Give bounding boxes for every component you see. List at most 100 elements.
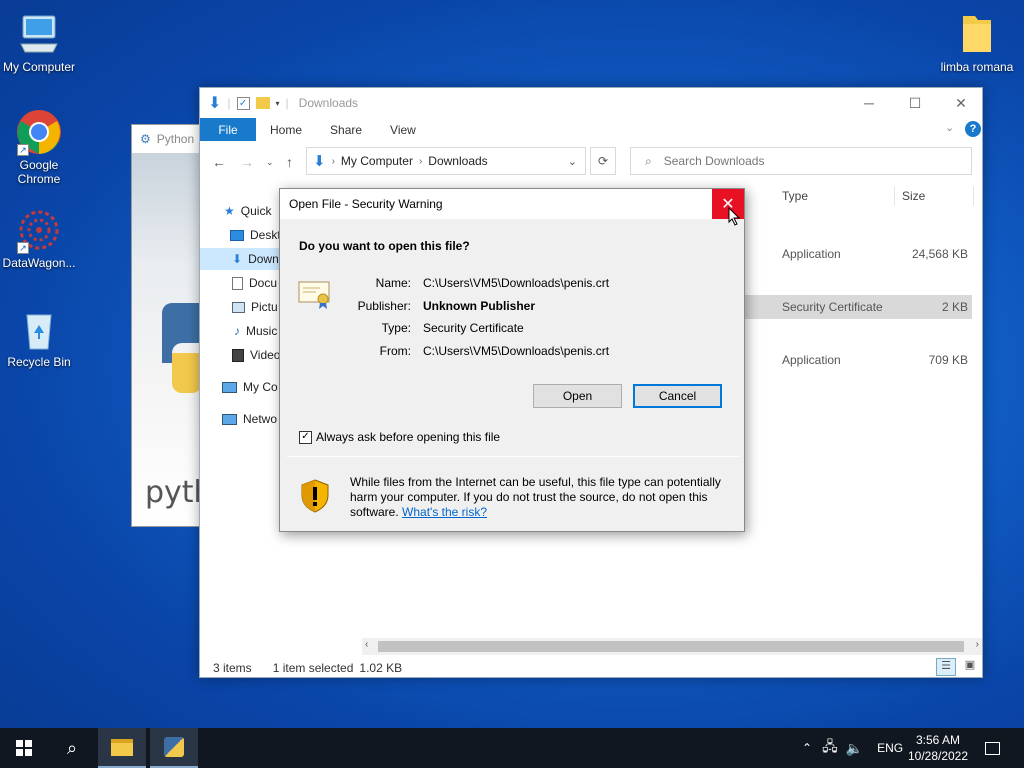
address-bar[interactable]: ⬇ › My Computer › Downloads ⌄ [306, 147, 586, 175]
nav-item-quick-access[interactable]: ★ Quick [224, 200, 271, 222]
publisher-value: Unknown Publisher [423, 299, 536, 313]
tab-share[interactable]: Share [316, 118, 376, 141]
scroll-right-icon[interactable]: › [976, 639, 979, 650]
breadcrumb-my-computer[interactable]: My Computer [341, 154, 413, 168]
search-button[interactable]: ⌕ [48, 728, 96, 768]
minimize-button[interactable]: ─ [846, 88, 892, 118]
desktop-icon-chrome[interactable]: ↗ Google Chrome [0, 108, 81, 186]
breadcrumb-downloads[interactable]: Downloads [428, 154, 487, 168]
always-ask-checkbox-row[interactable]: ✓ Always ask before opening this file [299, 430, 500, 444]
scroll-left-icon[interactable]: ‹ [365, 639, 368, 650]
nav-item-downloads[interactable]: ⬇ Down [200, 248, 280, 270]
up-button[interactable]: ↑ [286, 154, 293, 170]
dialog-titlebar[interactable]: Open File - Security Warning [280, 189, 744, 219]
column-divider[interactable] [894, 186, 895, 206]
file-size: 2 KB [941, 300, 968, 314]
file-explorer-icon [111, 738, 133, 756]
notifications-button[interactable] [968, 728, 1016, 768]
always-ask-label[interactable]: Always ask before opening this file [316, 430, 500, 444]
always-ask-checkbox[interactable]: ✓ [299, 430, 312, 444]
scrollbar-thumb[interactable] [378, 641, 964, 652]
python-logo-icon [162, 303, 200, 393]
open-button[interactable]: Open [533, 384, 622, 408]
volume-icon[interactable]: 🔈 [846, 740, 863, 757]
star-icon: ★ [224, 204, 235, 218]
tab-home[interactable]: Home [256, 118, 316, 141]
ribbon-expand-icon[interactable]: ⌄ [945, 121, 954, 134]
from-value: C:\Users\VM5\Downloads\penis.crt [423, 344, 610, 358]
show-hidden-icons-icon[interactable]: ⌃ [802, 741, 812, 755]
desktop-folder-icon [230, 229, 244, 241]
cancel-button[interactable]: Cancel [633, 384, 722, 408]
nav-item-pictures[interactable]: Pictu [232, 296, 278, 318]
column-divider[interactable] [973, 186, 974, 206]
ribbon-tabs: File Home Share View ⌄ ? [200, 118, 982, 141]
tab-file[interactable]: File [200, 118, 256, 141]
download-arrow-icon: ⬇ [232, 252, 243, 266]
desktop-icon-datawagon[interactable]: ↗ DataWagon... [0, 206, 81, 270]
nav-item-music[interactable]: ♪ Music [234, 320, 277, 342]
address-dropdown-icon[interactable]: ⌄ [568, 155, 577, 168]
video-icon [232, 348, 244, 362]
network-icon[interactable]: 🖧 [822, 736, 838, 760]
python-window[interactable]: ⚙ Python pyth wind [131, 124, 201, 527]
large-icons-view-icon[interactable]: ▣ [960, 658, 980, 676]
tab-view[interactable]: View [376, 118, 430, 141]
column-header-type[interactable]: Type [782, 184, 808, 208]
nav-item-my-computer[interactable]: My Co [222, 376, 278, 398]
python-window-title: Python [156, 132, 195, 146]
start-button[interactable] [0, 728, 48, 768]
details-view-icon[interactable]: ☰ [936, 658, 956, 676]
breadcrumb-separator-icon: › [331, 155, 335, 167]
search-icon: ⌕ [66, 737, 78, 758]
column-header-size[interactable]: Size [902, 184, 925, 208]
status-bar: 3 items 1 item selected 1.02 KB ☰ ▣ [200, 658, 982, 678]
forward-button[interactable]: → [240, 154, 254, 170]
properties-icon[interactable]: ✓ [236, 96, 250, 110]
taskbar-file-explorer[interactable] [98, 728, 146, 768]
desktop-icon-limba-romana[interactable]: limba romana [932, 10, 1022, 74]
horizontal-scrollbar[interactable]: ‹ › [362, 638, 982, 655]
explorer-title: Downloads [298, 96, 359, 110]
desktop-icon-recycle-bin[interactable]: Recycle Bin [0, 305, 81, 369]
close-button[interactable]: ✕ [938, 88, 984, 118]
desktop-icon-my-computer[interactable]: My Computer [0, 10, 81, 74]
recent-locations-icon[interactable]: ⌄ [266, 157, 274, 168]
file-type: Security Certificate [782, 300, 883, 314]
nav-item-network[interactable]: Netwo [222, 408, 277, 430]
python-window-titlebar[interactable]: ⚙ Python [132, 125, 200, 153]
download-arrow-icon: ⬇ [313, 153, 326, 170]
explorer-titlebar[interactable]: ⬇ | ✓ ▾ | Downloads ─ ☐ ✕ [200, 88, 982, 118]
address-row: ← → ⌄ ↑ ⬇ › My Computer › Downloads ⌄ ⟳ … [200, 146, 982, 178]
back-button[interactable]: ← [212, 154, 226, 170]
new-folder-icon[interactable] [255, 97, 270, 109]
music-icon: ♪ [234, 324, 240, 338]
taskbar: ⌕ ⌃ 🖧 🔈 ENG 3:56 AM 10/28/2022 [0, 728, 1024, 768]
whats-the-risk-link[interactable]: What's the risk? [402, 505, 487, 519]
language-indicator[interactable]: ENG [877, 741, 903, 755]
from-label: From: [379, 344, 411, 358]
computer-icon [222, 381, 237, 393]
nav-item-videos[interactable]: Video [232, 344, 280, 366]
quick-access-dropdown-icon[interactable]: ▾ [276, 99, 280, 108]
type-value: Security Certificate [423, 321, 524, 335]
taskbar-python-installer[interactable] [150, 728, 198, 768]
folder-icon [953, 10, 1001, 58]
certificate-icon [298, 279, 332, 314]
picture-icon [232, 301, 245, 313]
search-input[interactable]: ⌕ Search Downloads [630, 147, 972, 175]
clock[interactable]: 3:56 AM 10/28/2022 [906, 732, 970, 764]
maximize-button[interactable]: ☐ [892, 88, 938, 118]
download-arrow-icon: ⬇ [208, 95, 222, 112]
refresh-button[interactable]: ⟳ [590, 147, 616, 175]
security-warning-dialog[interactable]: Open File - Security Warning ✕ Do you wa… [279, 188, 745, 532]
help-icon[interactable]: ? [965, 121, 981, 137]
notification-icon [984, 741, 1000, 755]
nav-item-desktop[interactable]: Deskt [230, 224, 281, 246]
python-splash-text: pyth [145, 475, 200, 510]
nav-item-documents[interactable]: Docu [232, 272, 277, 294]
desktop-icon-label: limba romana [940, 60, 1014, 74]
file-size: 709 KB [928, 353, 968, 367]
network-icon [222, 413, 237, 425]
type-label: Type: [381, 321, 411, 335]
